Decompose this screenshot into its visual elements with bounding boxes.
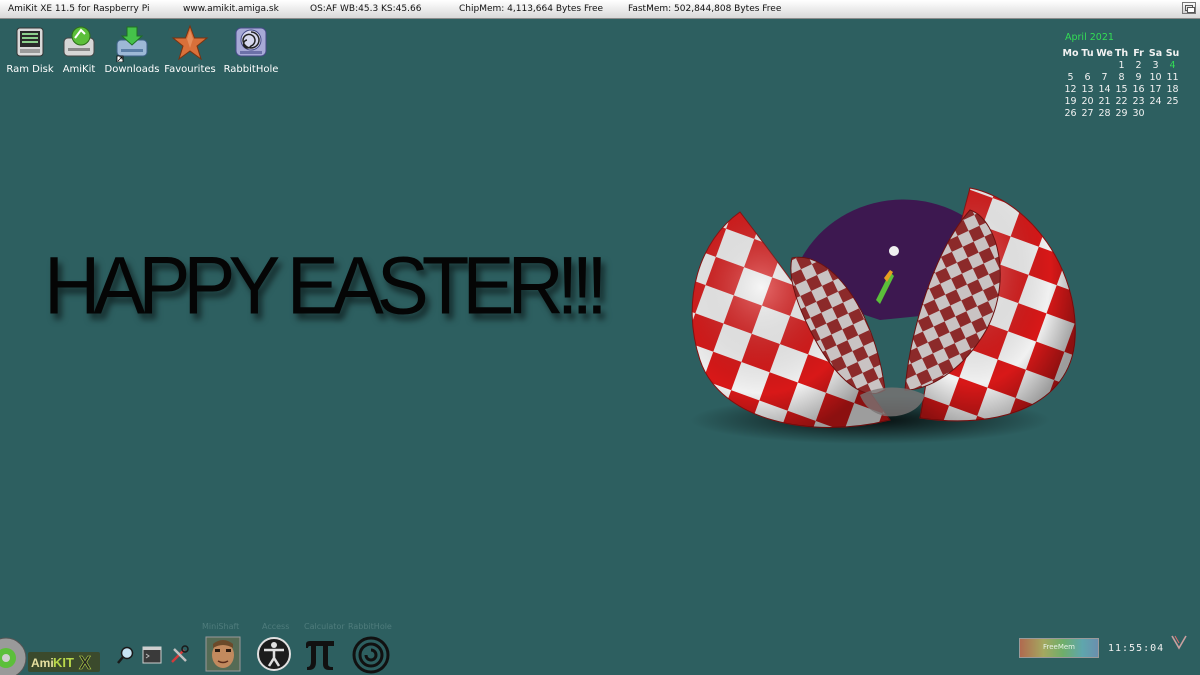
calendar-empty-cell [1062,60,1079,72]
calendar-day[interactable]: 20 [1079,96,1096,108]
calendar-day[interactable]: 8 [1113,72,1130,84]
rabbithole-drive-icon [235,27,267,57]
desktop-icon-ram-disk[interactable]: Ram Disk [2,24,58,75]
title-fastmem: FastMem: 502,844,808 Bytes Free [628,4,782,14]
egg-inner-light [889,246,899,256]
calendar-weekday: Sa [1148,48,1163,59]
calendar-day[interactable]: 13 [1079,84,1096,96]
svg-text:Ami: Ami [31,656,54,670]
calendar-month-title: April 2021 [1065,32,1114,43]
gear-icon[interactable] [0,632,30,675]
calendar-empty-cell [1096,60,1113,72]
calendar-day[interactable]: 6 [1079,72,1096,84]
free-memory-label: FreeMem [1042,643,1076,651]
calendar-weekday: We [1096,48,1113,59]
svg-text:X: X [79,653,91,673]
desktop-icon-label: Downloads [104,64,160,75]
search-icon[interactable] [116,645,136,665]
calendar-day[interactable]: 19 [1062,96,1079,108]
amikit-drive-icon [63,26,95,57]
workbench-screen: AmiKit XE 11.5 for Raspberry Pi www.amik… [0,0,1200,675]
calendar-day[interactable]: 9 [1130,72,1147,84]
screen-title-bar[interactable]: AmiKit XE 11.5 for Raspberry Pi www.amik… [0,0,1200,19]
calendar-day[interactable]: 17 [1147,84,1164,96]
calendar-widget[interactable]: April 2021 Mo Tu We Th Fr Sa Su 12345678… [1062,32,1186,120]
title-app-name: AmiKit XE 11.5 for Raspberry Pi [8,4,150,14]
calendar-day[interactable]: 2 [1130,60,1147,72]
boing-egg-artwork [690,187,1076,444]
calendar-day[interactable]: 3 [1147,60,1164,72]
desktop-icon-amikit[interactable]: AmiKit [51,24,107,75]
calendar-day[interactable]: 27 [1079,108,1096,120]
calendar-day[interactable]: 21 [1096,96,1113,108]
minishaft-face-icon[interactable] [205,636,241,672]
calendar-day[interactable]: 10 [1147,72,1164,84]
calendar-day[interactable]: 29 [1113,108,1130,120]
calendar-day[interactable]: 16 [1130,84,1147,96]
calendar-weekday: Tu [1081,48,1094,59]
calendar-day[interactable]: 4 [1164,60,1181,72]
desktop-icon-label: AmiKit [62,64,96,75]
prefs-tools-icon[interactable] [169,645,191,665]
desktop-icon-label: Ram Disk [6,64,54,75]
amikit-logo-icon[interactable]: Ami KIT X [28,650,100,674]
calendar-day[interactable]: 24 [1147,96,1164,108]
desktop-icon-rabbithole[interactable]: RabbitHole [223,24,279,75]
v-logo-icon[interactable] [1170,633,1188,651]
calendar-day[interactable]: 1 [1113,60,1130,72]
star-icon [171,24,209,61]
calendar-day[interactable]: 14 [1096,84,1113,96]
accessibility-icon[interactable] [256,636,292,672]
calendar-weekday: Su [1165,48,1180,59]
calendar-day[interactable]: 5 [1062,72,1079,84]
screen-depth-gadget[interactable] [1182,2,1196,14]
calendar-empty-cell [1079,60,1096,72]
happy-easter-text: HAPPY EASTER!!! [44,238,608,332]
calendar-day[interactable]: 15 [1113,84,1130,96]
title-chipmem: ChipMem: 4,113,664 Bytes Free [459,4,604,14]
calendar-day[interactable]: 18 [1164,84,1181,96]
free-memory-gauge[interactable]: FreeMem [1019,638,1099,658]
svg-text:KIT: KIT [53,655,74,670]
ram-disk-icon [16,27,44,57]
calendar-weekday: Th [1114,48,1129,59]
title-url: www.amikit.amiga.sk [183,4,279,14]
calendar-grid: Mo Tu We Th Fr Sa Su 1 2 3 4 5 6 7 8 9 10 11 12 13 14… [1062,48,1186,120]
calendar-weekday: Fr [1133,48,1144,59]
desktop-icon-label: RabbitHole [223,64,279,75]
calendar-weekday: Mo [1062,48,1079,59]
rabbithole-spiral-icon[interactable] [352,636,390,674]
calendar-day[interactable]: 11 [1164,72,1181,84]
calendar-day[interactable]: 22 [1113,96,1130,108]
shell-window-icon[interactable] [142,645,162,665]
desktop-icon-label: Favourites [164,64,216,75]
calendar-day[interactable]: 7 [1096,72,1113,84]
desktop-icon-favourites[interactable]: Favourites [162,24,218,75]
amidock: Ami KIT X [0,620,420,675]
calendar-day[interactable]: 23 [1130,96,1147,108]
downloads-icon [116,26,148,62]
desktop-icon-downloads[interactable]: Downloads [104,24,160,75]
calendar-day[interactable]: 28 [1096,108,1113,120]
title-versions: OS:AF WB:45.3 KS:45.66 [310,4,422,14]
calendar-day[interactable]: 12 [1062,84,1079,96]
clock[interactable]: 11:55:04 [1108,643,1164,654]
pi-calculator-icon[interactable] [302,636,338,672]
calendar-day[interactable]: 26 [1062,108,1079,120]
calendar-day[interactable]: 25 [1164,96,1181,108]
calendar-day[interactable]: 30 [1130,108,1147,120]
